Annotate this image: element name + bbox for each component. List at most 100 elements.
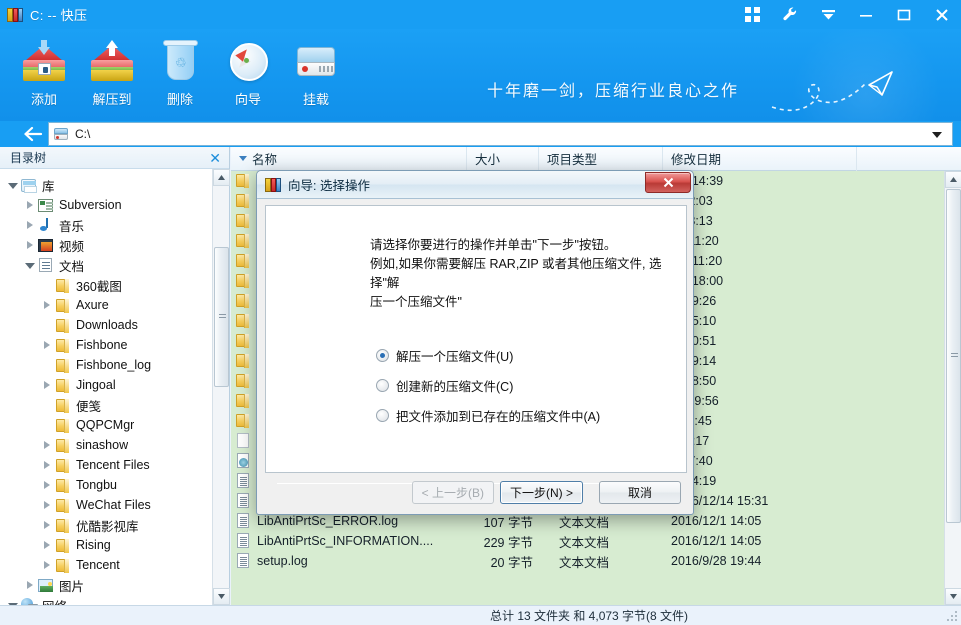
chevron-right-icon[interactable]: [40, 498, 54, 512]
tree-item[interactable]: Downloads: [0, 315, 213, 335]
tree-item[interactable]: Subversion: [0, 195, 213, 215]
tree-scrollbar[interactable]: [212, 169, 229, 605]
folder-icon: [235, 353, 251, 369]
radio-label: 解压一个压缩文件(U): [396, 346, 513, 365]
chevron-down-icon[interactable]: [6, 598, 20, 605]
dialog-message-line-2: 例如,如果你需要解压 RAR,ZIP 或者其他压缩文件, 选择"解: [370, 255, 672, 293]
chevron-right-icon[interactable]: [23, 578, 37, 592]
tree-item[interactable]: 库: [0, 175, 213, 195]
file-scroll-up-button[interactable]: [945, 171, 961, 188]
file-list-scrollbar[interactable]: [944, 171, 961, 605]
radio-button-icon[interactable]: [376, 349, 389, 362]
toolbar-button-delete[interactable]: ♲ 删除: [146, 35, 214, 108]
chevron-right-icon[interactable]: [40, 458, 54, 472]
tree-item[interactable]: 视频: [0, 235, 213, 255]
minimize-button[interactable]: [847, 0, 885, 29]
tree-item[interactable]: 文档: [0, 255, 213, 275]
chevron-right-icon[interactable]: [40, 558, 54, 572]
tree-item-label: 360截图: [76, 276, 122, 295]
tree-item[interactable]: Tencent: [0, 555, 213, 575]
chevron-right-icon[interactable]: [23, 238, 37, 252]
close-icon[interactable]: ✕: [209, 150, 221, 166]
folder-icon: [54, 478, 71, 493]
radio-add-to-archive[interactable]: 把文件添加到已存在的压缩文件中(A): [376, 400, 686, 430]
music-icon: [37, 218, 54, 233]
folder-icon: [54, 558, 71, 573]
close-button[interactable]: [923, 0, 961, 29]
tree-scroll-down-button[interactable]: [213, 588, 230, 605]
grid-icon[interactable]: [733, 0, 771, 29]
table-row[interactable]: LibAntiPrtSc_INFORMATION....229 字节文本文档20…: [231, 531, 944, 551]
tree-item[interactable]: Axure: [0, 295, 213, 315]
tree-item[interactable]: Tongbu: [0, 475, 213, 495]
tree-item[interactable]: Jingoal: [0, 375, 213, 395]
chevron-right-icon[interactable]: [40, 478, 54, 492]
archive-icon: [265, 177, 281, 193]
system-file-icon: [235, 453, 251, 469]
tree-item[interactable]: sinashow: [0, 435, 213, 455]
folder-icon: [54, 398, 71, 413]
column-header-size[interactable]: 大小: [467, 147, 539, 171]
text-file-icon: [235, 533, 251, 549]
chevron-down-icon[interactable]: [6, 178, 20, 192]
chevron-right-icon[interactable]: [40, 378, 54, 392]
tree-item-label: sinashow: [76, 438, 128, 452]
tree-item[interactable]: 图片: [0, 575, 213, 595]
chevron-right-icon[interactable]: [23, 218, 37, 232]
dialog-buttons: < 上一步(B) 下一步(N) > 取消: [406, 481, 681, 504]
toolbar-button-add[interactable]: 添加: [10, 35, 78, 108]
chevron-right-icon[interactable]: [40, 338, 54, 352]
column-header-type[interactable]: 项目类型: [539, 147, 663, 171]
tree-spacer: [40, 278, 54, 292]
wrench-icon[interactable]: [771, 0, 809, 29]
resize-grip-icon[interactable]: [946, 610, 958, 622]
cancel-button[interactable]: 取消: [599, 481, 681, 504]
directory-tree[interactable]: 库Subversion音乐视频文档360截图AxureDownloadsFish…: [0, 169, 213, 605]
chevron-right-icon[interactable]: [23, 198, 37, 212]
file-scroll-down-button[interactable]: [945, 588, 961, 605]
back-button[interactable]: < 上一步(B): [412, 481, 494, 504]
tree-scroll-up-button[interactable]: [213, 169, 230, 186]
dialog-title: 向导: 选择操作: [288, 175, 370, 194]
radio-create-archive[interactable]: 创建新的压缩文件(C): [376, 370, 686, 400]
radio-extract-archive[interactable]: 解压一个压缩文件(U): [376, 340, 686, 370]
maximize-button[interactable]: [885, 0, 923, 29]
tree-item[interactable]: 网络: [0, 595, 213, 605]
radio-button-icon[interactable]: [376, 379, 389, 392]
tree-item[interactable]: 便笺: [0, 395, 213, 415]
table-row[interactable]: setup.log20 字节文本文档2016/9/28 19:44: [231, 551, 944, 571]
tree-item[interactable]: QQPCMgr: [0, 415, 213, 435]
address-dropdown-icon[interactable]: [932, 132, 942, 138]
folder-icon: [235, 233, 251, 249]
tree-item[interactable]: 音乐: [0, 215, 213, 235]
radio-button-icon[interactable]: [376, 409, 389, 422]
chevron-right-icon[interactable]: [40, 298, 54, 312]
column-header-name[interactable]: 名称: [231, 147, 467, 171]
tree-item[interactable]: Fishbone_log: [0, 355, 213, 375]
chevron-right-icon[interactable]: [40, 518, 54, 532]
tree-item[interactable]: 优酷影视库: [0, 515, 213, 535]
toolbar-button-wizard[interactable]: 向导: [214, 35, 282, 108]
tree-item[interactable]: Tencent Files: [0, 455, 213, 475]
toolbar-button-mount[interactable]: 挂载: [282, 35, 350, 108]
column-header-date[interactable]: 修改日期: [663, 147, 857, 171]
tree-scroll-thumb[interactable]: [214, 247, 229, 387]
file-list-header: 名称 大小 项目类型 修改日期: [231, 147, 961, 171]
back-button[interactable]: [22, 124, 44, 144]
chevron-down-icon[interactable]: [23, 258, 37, 272]
chevron-right-icon[interactable]: [40, 538, 54, 552]
tree-item[interactable]: Fishbone: [0, 335, 213, 355]
chevron-right-icon[interactable]: [40, 438, 54, 452]
next-button[interactable]: 下一步(N) >: [500, 481, 583, 504]
file-scroll-thumb[interactable]: [946, 189, 961, 523]
tree-item[interactable]: 360截图: [0, 275, 213, 295]
chevron-down-icon[interactable]: [809, 0, 847, 29]
tree-item[interactable]: Rising: [0, 535, 213, 555]
tree-item-label: 音乐: [59, 216, 84, 235]
mount-disk-icon: [293, 39, 339, 85]
dialog-close-button[interactable]: [645, 172, 691, 193]
address-input[interactable]: C:\: [48, 122, 953, 146]
tree-item[interactable]: WeChat Files: [0, 495, 213, 515]
toolbar-button-extract-to[interactable]: 解压到: [78, 35, 146, 108]
folder-icon: [235, 413, 251, 429]
